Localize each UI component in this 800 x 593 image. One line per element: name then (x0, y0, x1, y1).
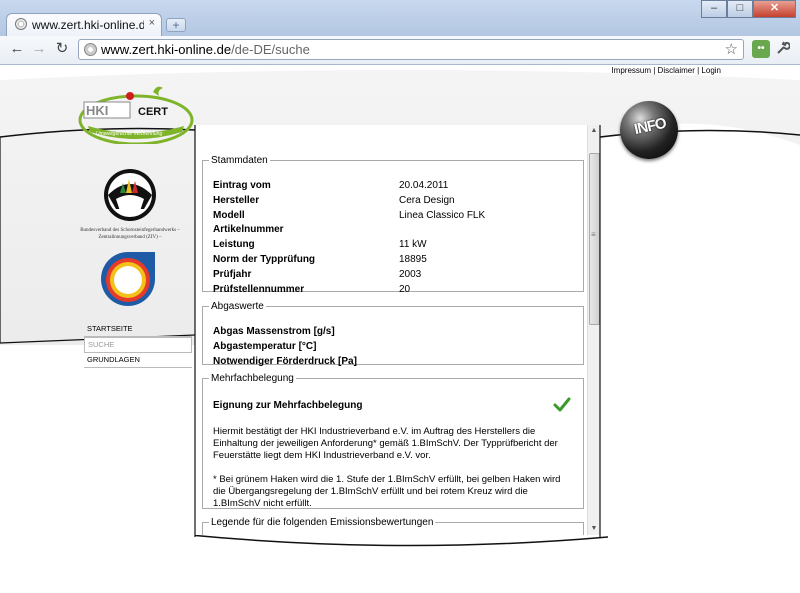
nav-suche[interactable]: SUCHE (84, 337, 192, 353)
close-tab-icon[interactable]: × (149, 17, 155, 29)
top-links: Impressum | Disclaimer | Login (611, 66, 721, 75)
mehrfachbelegung-text: Hiermit bestätigt der HKI Industrieverba… (213, 426, 575, 510)
login-link[interactable]: Login (701, 66, 721, 75)
new-tab-button[interactable]: + (166, 18, 186, 32)
green-check-icon (553, 397, 571, 412)
nav-startseite[interactable]: STARTSEITE (84, 322, 192, 337)
scroll-up-arrow[interactable]: ▲ (588, 125, 600, 137)
info-button[interactable]: INFO (620, 101, 678, 159)
mehrfachbelegung-paragraph: Hiermit bestätigt der HKI Industrieverba… (213, 426, 558, 461)
browser-toolbar: ← → ↻ www.zert.hki-online.de/de-DE/suche… (0, 36, 800, 65)
globe-icon (84, 43, 97, 56)
abgaswerte-section: Abgaswerte Abgas Massenstrom [g/s] Abgas… (202, 301, 584, 367)
mehrfachbelegung-section: Mehrfachbelegung Eignung zur Mehrfachbel… (202, 373, 584, 509)
legende-legend: Legende für die folgenden Emissionsbewer… (211, 517, 434, 528)
info-label: INFO (632, 114, 668, 139)
svg-text:CERT: CERT (138, 106, 168, 118)
schornsteinfeger-caption: Bundesverband des Schornsteinfegerhandwe… (80, 228, 180, 240)
hki-cert-logo[interactable]: HKI CERT Umweltgerechte Verbrennung (78, 84, 194, 144)
web-page: Impressum | Disclaimer | Login HKI CERT … (0, 65, 800, 593)
tab-title: www.zert.hki-online.de/de (32, 18, 144, 32)
scroll-thumb[interactable]: ≡ (589, 153, 600, 325)
maximize-button[interactable]: □ (727, 0, 753, 18)
scroll-down-arrow[interactable]: ▼ (588, 523, 600, 535)
globe-icon (15, 18, 27, 30)
svg-text:Umweltgerechte Verbrennung: Umweltgerechte Verbrennung (96, 131, 162, 137)
url-text: www.zert.hki-online.de/de-DE/suche (101, 42, 310, 57)
mehrfachbelegung-legend: Mehrfachbelegung (211, 373, 294, 384)
window-controls: – □ ✕ (701, 0, 796, 18)
mehrfachbelegung-title: Eignung zur Mehrfachbelegung (213, 400, 363, 411)
stammdaten-section: Stammdaten Eintrag vom 20.04.2011 Herstel… (202, 155, 584, 295)
address-bar[interactable]: www.zert.hki-online.de/de-DE/suche ☆ (78, 39, 744, 60)
side-navigation: STARTSEITE SUCHE GRUNDLAGEN (84, 322, 192, 368)
content-panel: Stammdaten Eintrag vom 20.04.2011 Herstel… (195, 125, 600, 535)
back-button[interactable]: ← (8, 40, 26, 58)
stammdaten-legend: Stammdaten (211, 155, 268, 166)
mehrfachbelegung-footnote: * Bei grünem Haken wird die 1. Stufe der… (213, 474, 561, 509)
bookmark-star-icon[interactable]: ☆ (725, 40, 738, 58)
ring-logo[interactable] (99, 250, 157, 310)
reload-button[interactable]: ↻ (53, 40, 71, 58)
wrench-icon[interactable] (776, 41, 791, 58)
content-scrollbar[interactable]: ▲ ≡ ▼ (587, 125, 600, 535)
svg-text:HKI: HKI (86, 103, 108, 118)
extension-icon[interactable]: •• (752, 40, 770, 58)
disclaimer-link[interactable]: Disclaimer (658, 66, 695, 75)
close-window-button[interactable]: ✕ (753, 0, 796, 18)
abgaswerte-legend: Abgaswerte (211, 301, 264, 312)
forward-button[interactable]: → (30, 40, 48, 58)
browser-tab[interactable]: www.zert.hki-online.de/de × (6, 13, 162, 36)
title-bar: www.zert.hki-online.de/de × + – □ ✕ (0, 0, 800, 36)
legende-section: Legende für die folgenden Emissionsbewer… (202, 517, 584, 535)
nav-grundlagen[interactable]: GRUNDLAGEN (84, 353, 192, 368)
impressum-link[interactable]: Impressum (611, 66, 651, 75)
minimize-button[interactable]: – (701, 0, 727, 18)
